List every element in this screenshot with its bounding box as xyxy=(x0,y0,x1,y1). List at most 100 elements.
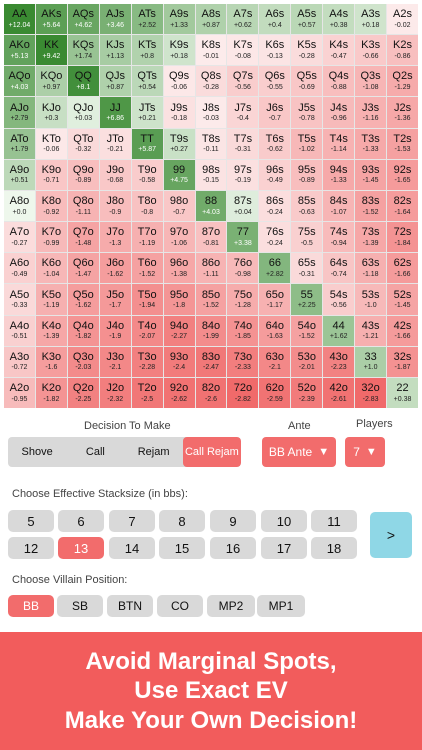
hand-cell[interactable]: AJs +3.46 xyxy=(99,4,131,35)
hand-cell[interactable]: Q5o -1.62 xyxy=(67,284,99,315)
hand-cell[interactable]: J7o -1.3 xyxy=(99,222,131,253)
hand-cell[interactable]: A8s +0.87 xyxy=(195,4,227,35)
hand-cell[interactable]: 43o -2.23 xyxy=(323,346,355,377)
hand-cell[interactable]: A7o -0.27 xyxy=(4,222,35,253)
hand-cell[interactable]: 86s -0.24 xyxy=(259,190,291,222)
hand-cell[interactable]: 98s -0.15 xyxy=(195,159,227,190)
stack-button-18[interactable]: 18 xyxy=(311,537,357,559)
hand-cell[interactable]: J7s -0.4 xyxy=(227,97,259,128)
hand-cell[interactable]: 85o -1.52 xyxy=(195,284,227,315)
hand-cell[interactable]: 74s -0.94 xyxy=(323,222,355,253)
hand-cell[interactable]: Q3s -1.08 xyxy=(355,66,387,97)
hand-cell[interactable]: AJo +2.79 xyxy=(4,97,35,128)
hand-cell[interactable]: J6s -0.7 xyxy=(259,97,291,128)
hand-cell[interactable]: 42o -2.61 xyxy=(323,377,355,408)
hand-cell[interactable]: 77 +3.38 xyxy=(227,222,259,253)
hand-cell[interactable]: JJ +6.86 xyxy=(99,97,131,128)
hand-cell[interactable]: Q9o -0.89 xyxy=(67,159,99,190)
hand-cell[interactable]: Q3o -2.03 xyxy=(67,346,99,377)
hand-cell[interactable]: 94o -2.27 xyxy=(163,315,195,346)
position-button-mp2[interactable]: MP2 xyxy=(207,595,255,617)
hand-cell[interactable]: 88 +4.03 xyxy=(195,190,227,222)
hand-cell[interactable]: 64s -0.74 xyxy=(323,253,355,284)
hand-cell[interactable]: K6s -0.13 xyxy=(259,35,291,66)
hand-cell[interactable]: 76s -0.24 xyxy=(259,222,291,253)
hand-cell[interactable]: 62s -1.66 xyxy=(387,253,418,284)
position-button-sb[interactable]: SB xyxy=(57,595,103,617)
hand-cell[interactable]: KK +9.42 xyxy=(35,35,67,66)
hand-cell[interactable]: 66 +2.82 xyxy=(259,253,291,284)
hand-cell[interactable]: 52s -1.45 xyxy=(387,284,418,315)
hand-cell[interactable]: 85s -0.63 xyxy=(291,190,323,222)
hand-cell[interactable]: 55 +2.25 xyxy=(291,284,323,315)
hand-cell[interactable]: K8s -0.01 xyxy=(195,35,227,66)
hand-cell[interactable]: 86o -1.11 xyxy=(195,253,227,284)
hand-cell[interactable]: 93s -1.45 xyxy=(355,159,387,190)
hand-cell[interactable]: T5o -1.94 xyxy=(131,284,163,315)
hand-cell[interactable]: T3o -2.28 xyxy=(131,346,163,377)
hand-cell[interactable]: Q8s -0.28 xyxy=(195,66,227,97)
hand-cell[interactable]: A7s +0.62 xyxy=(227,4,259,35)
stack-button-8[interactable]: 8 xyxy=(159,510,205,532)
stack-button-12[interactable]: 12 xyxy=(8,537,54,559)
hand-cell[interactable]: Q6o -1.47 xyxy=(67,253,99,284)
hand-cell[interactable]: 53o -2.01 xyxy=(291,346,323,377)
hand-cell[interactable]: J4s -0.96 xyxy=(323,97,355,128)
hand-cell[interactable]: 87o -0.81 xyxy=(195,222,227,253)
hand-cell[interactable]: Q6s -0.55 xyxy=(259,66,291,97)
hand-cell[interactable]: J6o -1.62 xyxy=(99,253,131,284)
hand-cell[interactable]: A3o -0.72 xyxy=(4,346,35,377)
hand-cell[interactable]: AQo +4.03 xyxy=(4,66,35,97)
hand-cell[interactable]: J3o -2.1 xyxy=(99,346,131,377)
stack-button-11[interactable]: 11 xyxy=(311,510,357,532)
stack-button-5[interactable]: 5 xyxy=(8,510,54,532)
hand-cell[interactable]: 64o -1.63 xyxy=(259,315,291,346)
stack-button-9[interactable]: 9 xyxy=(210,510,256,532)
hand-cell[interactable]: J8o -0.9 xyxy=(99,190,131,222)
stack-button-13[interactable]: 13 xyxy=(58,537,104,559)
hand-cell[interactable]: T7o -1.19 xyxy=(131,222,163,253)
hand-cell[interactable]: QJo +0.03 xyxy=(67,97,99,128)
stack-button-14[interactable]: 14 xyxy=(109,537,155,559)
hand-cell[interactable]: T2s -1.53 xyxy=(387,128,418,159)
hand-cell[interactable]: 53s -1.0 xyxy=(355,284,387,315)
hand-cell[interactable]: 33 +1.0 xyxy=(355,346,387,377)
hand-cell[interactable]: 97s -0.19 xyxy=(227,159,259,190)
decision-shove[interactable]: Shove xyxy=(8,437,66,467)
hand-cell[interactable]: 32s -1.87 xyxy=(387,346,418,377)
hand-cell[interactable]: Q7o -1.48 xyxy=(67,222,99,253)
hand-cell[interactable]: K9o -0.71 xyxy=(35,159,67,190)
stack-button-16[interactable]: 16 xyxy=(210,537,256,559)
hand-cell[interactable]: 87s +0.04 xyxy=(227,190,259,222)
hand-cell[interactable]: 82s -1.64 xyxy=(387,190,418,222)
hand-cell[interactable]: T2o -2.5 xyxy=(131,377,163,408)
hand-cell[interactable]: A9s +1.33 xyxy=(163,4,195,35)
hand-cell[interactable]: Q9s -0.06 xyxy=(163,66,195,97)
hand-cell[interactable]: A4s +0.38 xyxy=(323,4,355,35)
hand-cell[interactable]: K6o -1.04 xyxy=(35,253,67,284)
players-select[interactable]: 7 ▼ xyxy=(345,437,385,467)
hand-cell[interactable]: A3s +0.18 xyxy=(355,4,387,35)
hand-cell[interactable]: T8s -0.11 xyxy=(195,128,227,159)
hand-cell[interactable]: 99 +4.75 xyxy=(163,159,195,190)
hand-cell[interactable]: 75o -1.28 xyxy=(227,284,259,315)
hand-cell[interactable]: T7s -0.31 xyxy=(227,128,259,159)
hand-cell[interactable]: Q8o -1.11 xyxy=(67,190,99,222)
position-button-co[interactable]: CO xyxy=(157,595,203,617)
hand-cell[interactable]: Q5s -0.69 xyxy=(291,66,323,97)
hand-cell[interactable]: 75s -0.5 xyxy=(291,222,323,253)
hand-cell[interactable]: 95o -1.8 xyxy=(163,284,195,315)
hand-cell[interactable]: J3s -1.16 xyxy=(355,97,387,128)
stack-button-7[interactable]: 7 xyxy=(109,510,155,532)
hand-cell[interactable]: 94s -1.33 xyxy=(323,159,355,190)
hand-cell[interactable]: AA +12.04 xyxy=(4,4,35,35)
hand-cell[interactable]: 42s -1.66 xyxy=(387,315,418,346)
hand-cell[interactable]: J5s -0.78 xyxy=(291,97,323,128)
stack-button-10[interactable]: 10 xyxy=(261,510,307,532)
hand-cell[interactable]: 62o -2.59 xyxy=(259,377,291,408)
hand-cell[interactable]: J8s -0.03 xyxy=(195,97,227,128)
hand-cell[interactable]: 22 +0.38 xyxy=(387,377,418,408)
hand-cell[interactable]: T4o -2.07 xyxy=(131,315,163,346)
hand-cell[interactable]: A6o -0.49 xyxy=(4,253,35,284)
hand-cell[interactable]: 98o -0.7 xyxy=(163,190,195,222)
